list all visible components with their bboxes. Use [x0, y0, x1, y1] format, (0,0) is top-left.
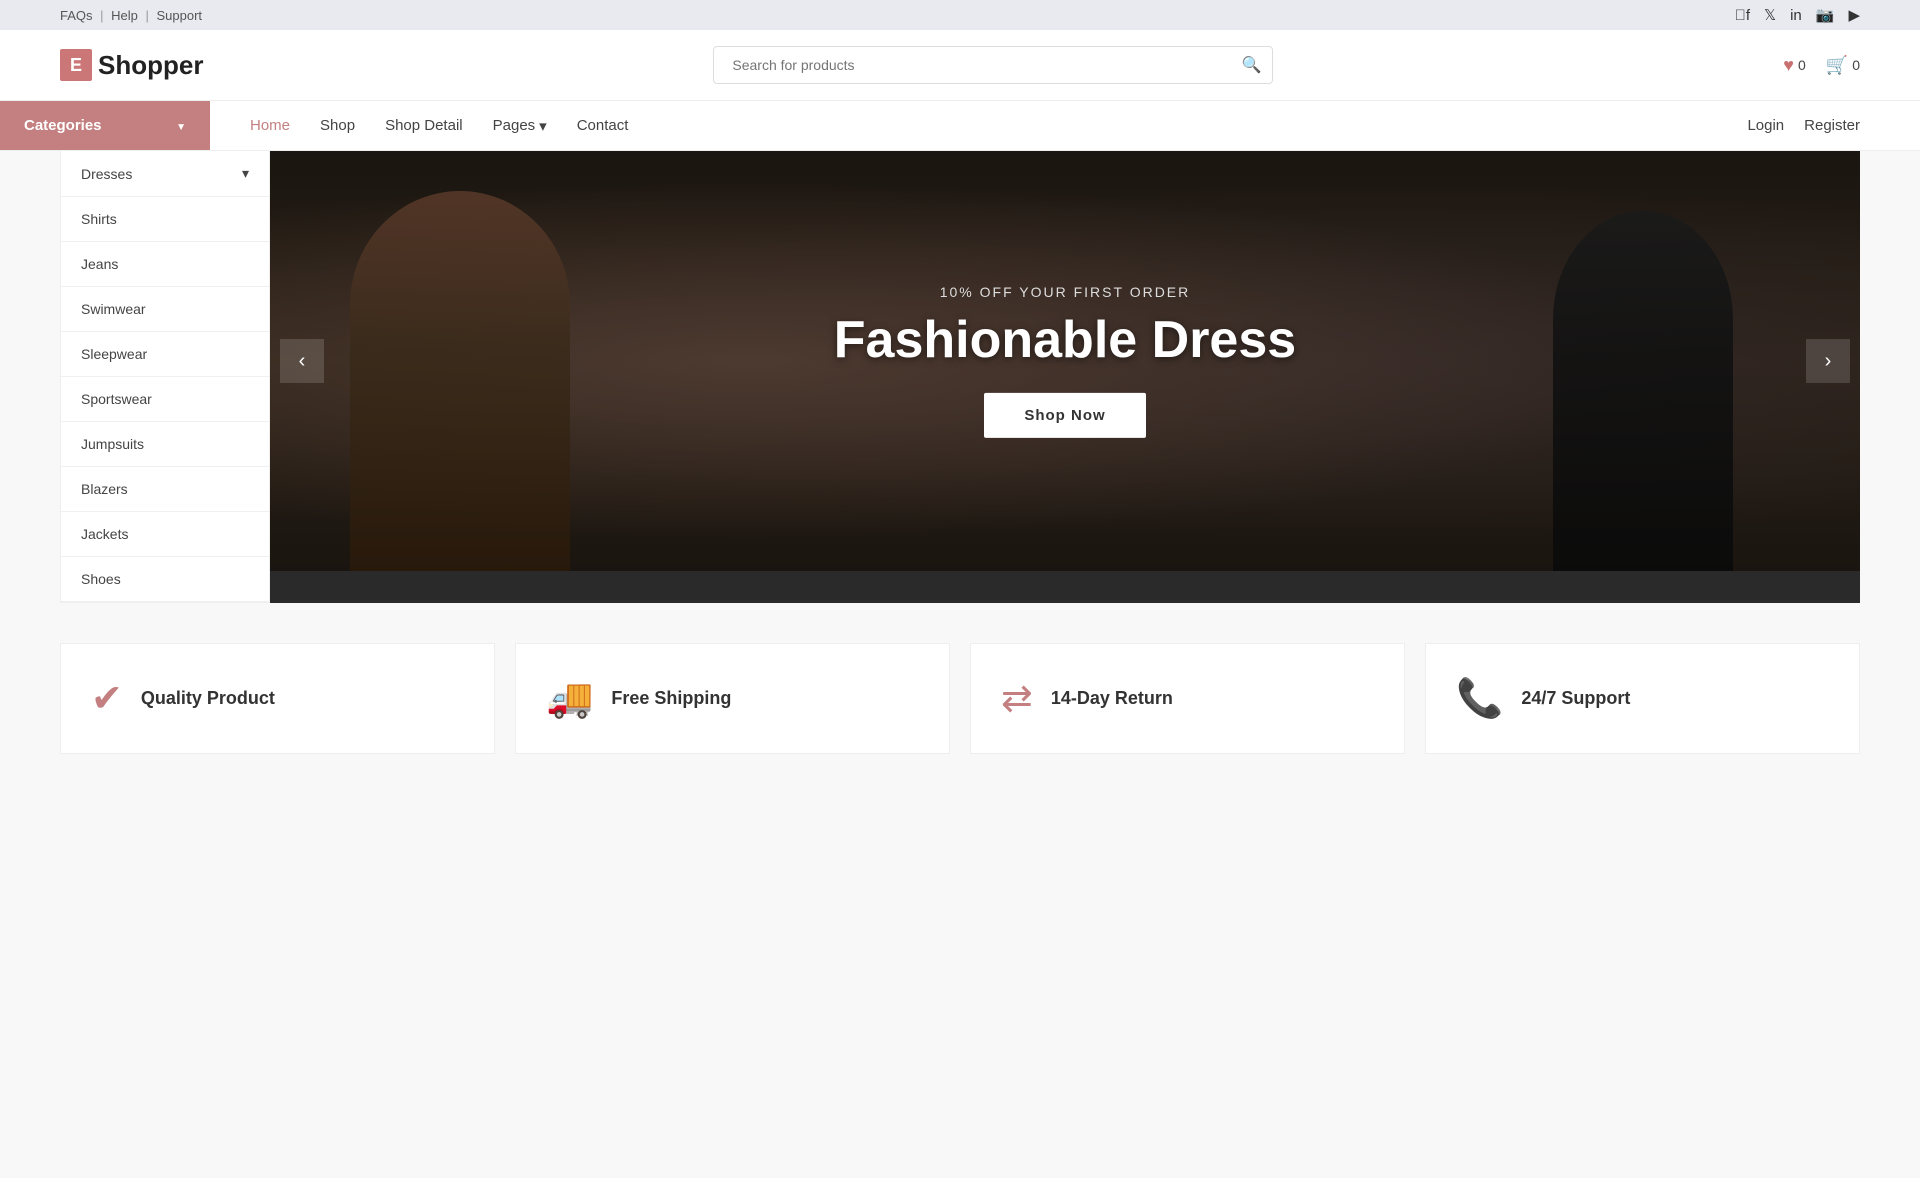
- sidebar-item-dresses[interactable]: Dresses ▾: [61, 151, 269, 197]
- header: E Shopper 🔍 ♥ 0 🛒 0: [0, 30, 1920, 101]
- cart-count: 0: [1852, 57, 1860, 73]
- nav-contact[interactable]: Contact: [577, 117, 629, 134]
- feature-quality-label: Quality Product: [141, 688, 275, 709]
- sidebar-item-jeans[interactable]: Jeans: [61, 242, 269, 287]
- sidebar-label-sportswear: Sportswear: [81, 391, 152, 407]
- wishlist-count: 0: [1798, 57, 1806, 73]
- header-actions: ♥ 0 🛒 0: [1783, 55, 1860, 76]
- linkedin-icon[interactable]: in: [1790, 7, 1802, 24]
- instagram-icon[interactable]: 📷: [1816, 6, 1835, 24]
- main-container: Dresses ▾ Shirts Jeans Swimwear Sleepwea…: [0, 151, 1920, 603]
- feature-quality: ✔ Quality Product: [60, 643, 495, 754]
- hero-figure-left: [350, 191, 570, 571]
- hero-image: 10% OFF YOUR FIRST ORDER Fashionable Dre…: [270, 151, 1860, 571]
- search-icon: 🔍: [1241, 57, 1261, 74]
- feature-shipping: 🚚 Free Shipping: [515, 643, 950, 754]
- sidebar-label-dresses: Dresses: [81, 166, 132, 182]
- sidebar-item-sleepwear[interactable]: Sleepwear: [61, 332, 269, 377]
- return-icon: ⇄: [1001, 676, 1033, 721]
- hero-cta-button[interactable]: Shop Now: [984, 393, 1145, 438]
- feature-support-label: 24/7 Support: [1521, 688, 1630, 709]
- nav-bar: Categories Home Shop Shop Detail Pages ▾…: [0, 101, 1920, 151]
- sidebar-item-jumpsuits[interactable]: Jumpsuits: [61, 422, 269, 467]
- facebook-icon[interactable]: f: [1735, 7, 1750, 24]
- feature-return-label: 14-Day Return: [1051, 688, 1173, 709]
- quality-icon: ✔: [91, 676, 123, 721]
- sidebar-label-jackets: Jackets: [81, 526, 128, 542]
- categories-label: Categories: [24, 117, 102, 134]
- sidebar-label-jeans: Jeans: [81, 256, 118, 272]
- logo-icon: E: [60, 49, 92, 81]
- cart-icon: 🛒: [1826, 55, 1848, 76]
- categories-button[interactable]: Categories: [0, 101, 210, 150]
- hero-prev-button[interactable]: ‹: [280, 339, 324, 383]
- sidebar-label-swimwear: Swimwear: [81, 301, 146, 317]
- top-bar: FAQs | Help | Support f 𝕏 in 📷 ▶: [0, 0, 1920, 30]
- feature-return: ⇄ 14-Day Return: [970, 643, 1405, 754]
- sidebar-label-shoes: Shoes: [81, 571, 121, 587]
- search-button[interactable]: 🔍: [1241, 55, 1261, 75]
- nav-pages-label: Pages: [493, 117, 536, 134]
- social-icons: f 𝕏 in 📷 ▶: [1735, 6, 1860, 24]
- youtube-icon[interactable]: ▶: [1848, 6, 1860, 24]
- nav-pages[interactable]: Pages ▾: [493, 117, 547, 135]
- features-section: ✔ Quality Product 🚚 Free Shipping ⇄ 14-D…: [0, 603, 1920, 794]
- chevron-down-icon: [176, 117, 186, 134]
- sep1: |: [100, 8, 107, 23]
- top-bar-links: FAQs | Help | Support: [60, 8, 202, 23]
- wishlist-button[interactable]: ♥ 0: [1783, 55, 1805, 76]
- pages-dropdown-icon: ▾: [539, 117, 547, 135]
- feature-shipping-label: Free Shipping: [611, 688, 731, 709]
- hero-title: Fashionable Dress: [815, 312, 1315, 369]
- sidebar-item-shirts[interactable]: Shirts: [61, 197, 269, 242]
- shipping-icon: 🚚: [546, 677, 593, 721]
- hero-figure-right: [1553, 211, 1733, 571]
- heart-icon: ♥: [1783, 55, 1794, 76]
- sidebar-label-blazers: Blazers: [81, 481, 128, 497]
- cart-button[interactable]: 🛒 0: [1826, 55, 1860, 76]
- nav-home[interactable]: Home: [250, 117, 290, 134]
- hero-subtitle: 10% OFF YOUR FIRST ORDER: [815, 284, 1315, 300]
- login-link[interactable]: Login: [1747, 117, 1784, 134]
- search-input[interactable]: [713, 46, 1273, 84]
- sidebar: Dresses ▾ Shirts Jeans Swimwear Sleepwea…: [60, 151, 270, 603]
- sidebar-label-sleepwear: Sleepwear: [81, 346, 147, 362]
- logo-name: Shopper: [98, 50, 203, 81]
- logo[interactable]: E Shopper: [60, 49, 203, 81]
- nav-auth: Login Register: [1747, 117, 1860, 134]
- chevron-down-dresses-icon: ▾: [242, 165, 249, 182]
- sidebar-item-jackets[interactable]: Jackets: [61, 512, 269, 557]
- twitter-icon[interactable]: 𝕏: [1764, 6, 1776, 24]
- support-icon: 📞: [1456, 677, 1503, 721]
- hero-next-button[interactable]: ›: [1806, 339, 1850, 383]
- sep2: |: [146, 8, 153, 23]
- nav-links: Home Shop Shop Detail Pages ▾ Contact: [210, 117, 1747, 135]
- nav-shop[interactable]: Shop: [320, 117, 355, 134]
- sidebar-item-blazers[interactable]: Blazers: [61, 467, 269, 512]
- search-bar: 🔍: [713, 46, 1273, 84]
- hero-slider: 10% OFF YOUR FIRST ORDER Fashionable Dre…: [270, 151, 1860, 603]
- hero-content: 10% OFF YOUR FIRST ORDER Fashionable Dre…: [815, 284, 1315, 438]
- sidebar-item-sportswear[interactable]: Sportswear: [61, 377, 269, 422]
- sidebar-item-shoes[interactable]: Shoes: [61, 557, 269, 602]
- sidebar-label-jumpsuits: Jumpsuits: [81, 436, 144, 452]
- register-link[interactable]: Register: [1804, 117, 1860, 134]
- nav-shop-detail[interactable]: Shop Detail: [385, 117, 463, 134]
- support-link[interactable]: Support: [157, 8, 203, 23]
- faqs-link[interactable]: FAQs: [60, 8, 93, 23]
- feature-support: 📞 24/7 Support: [1425, 643, 1860, 754]
- sidebar-item-swimwear[interactable]: Swimwear: [61, 287, 269, 332]
- help-link[interactable]: Help: [111, 8, 138, 23]
- sidebar-label-shirts: Shirts: [81, 211, 117, 227]
